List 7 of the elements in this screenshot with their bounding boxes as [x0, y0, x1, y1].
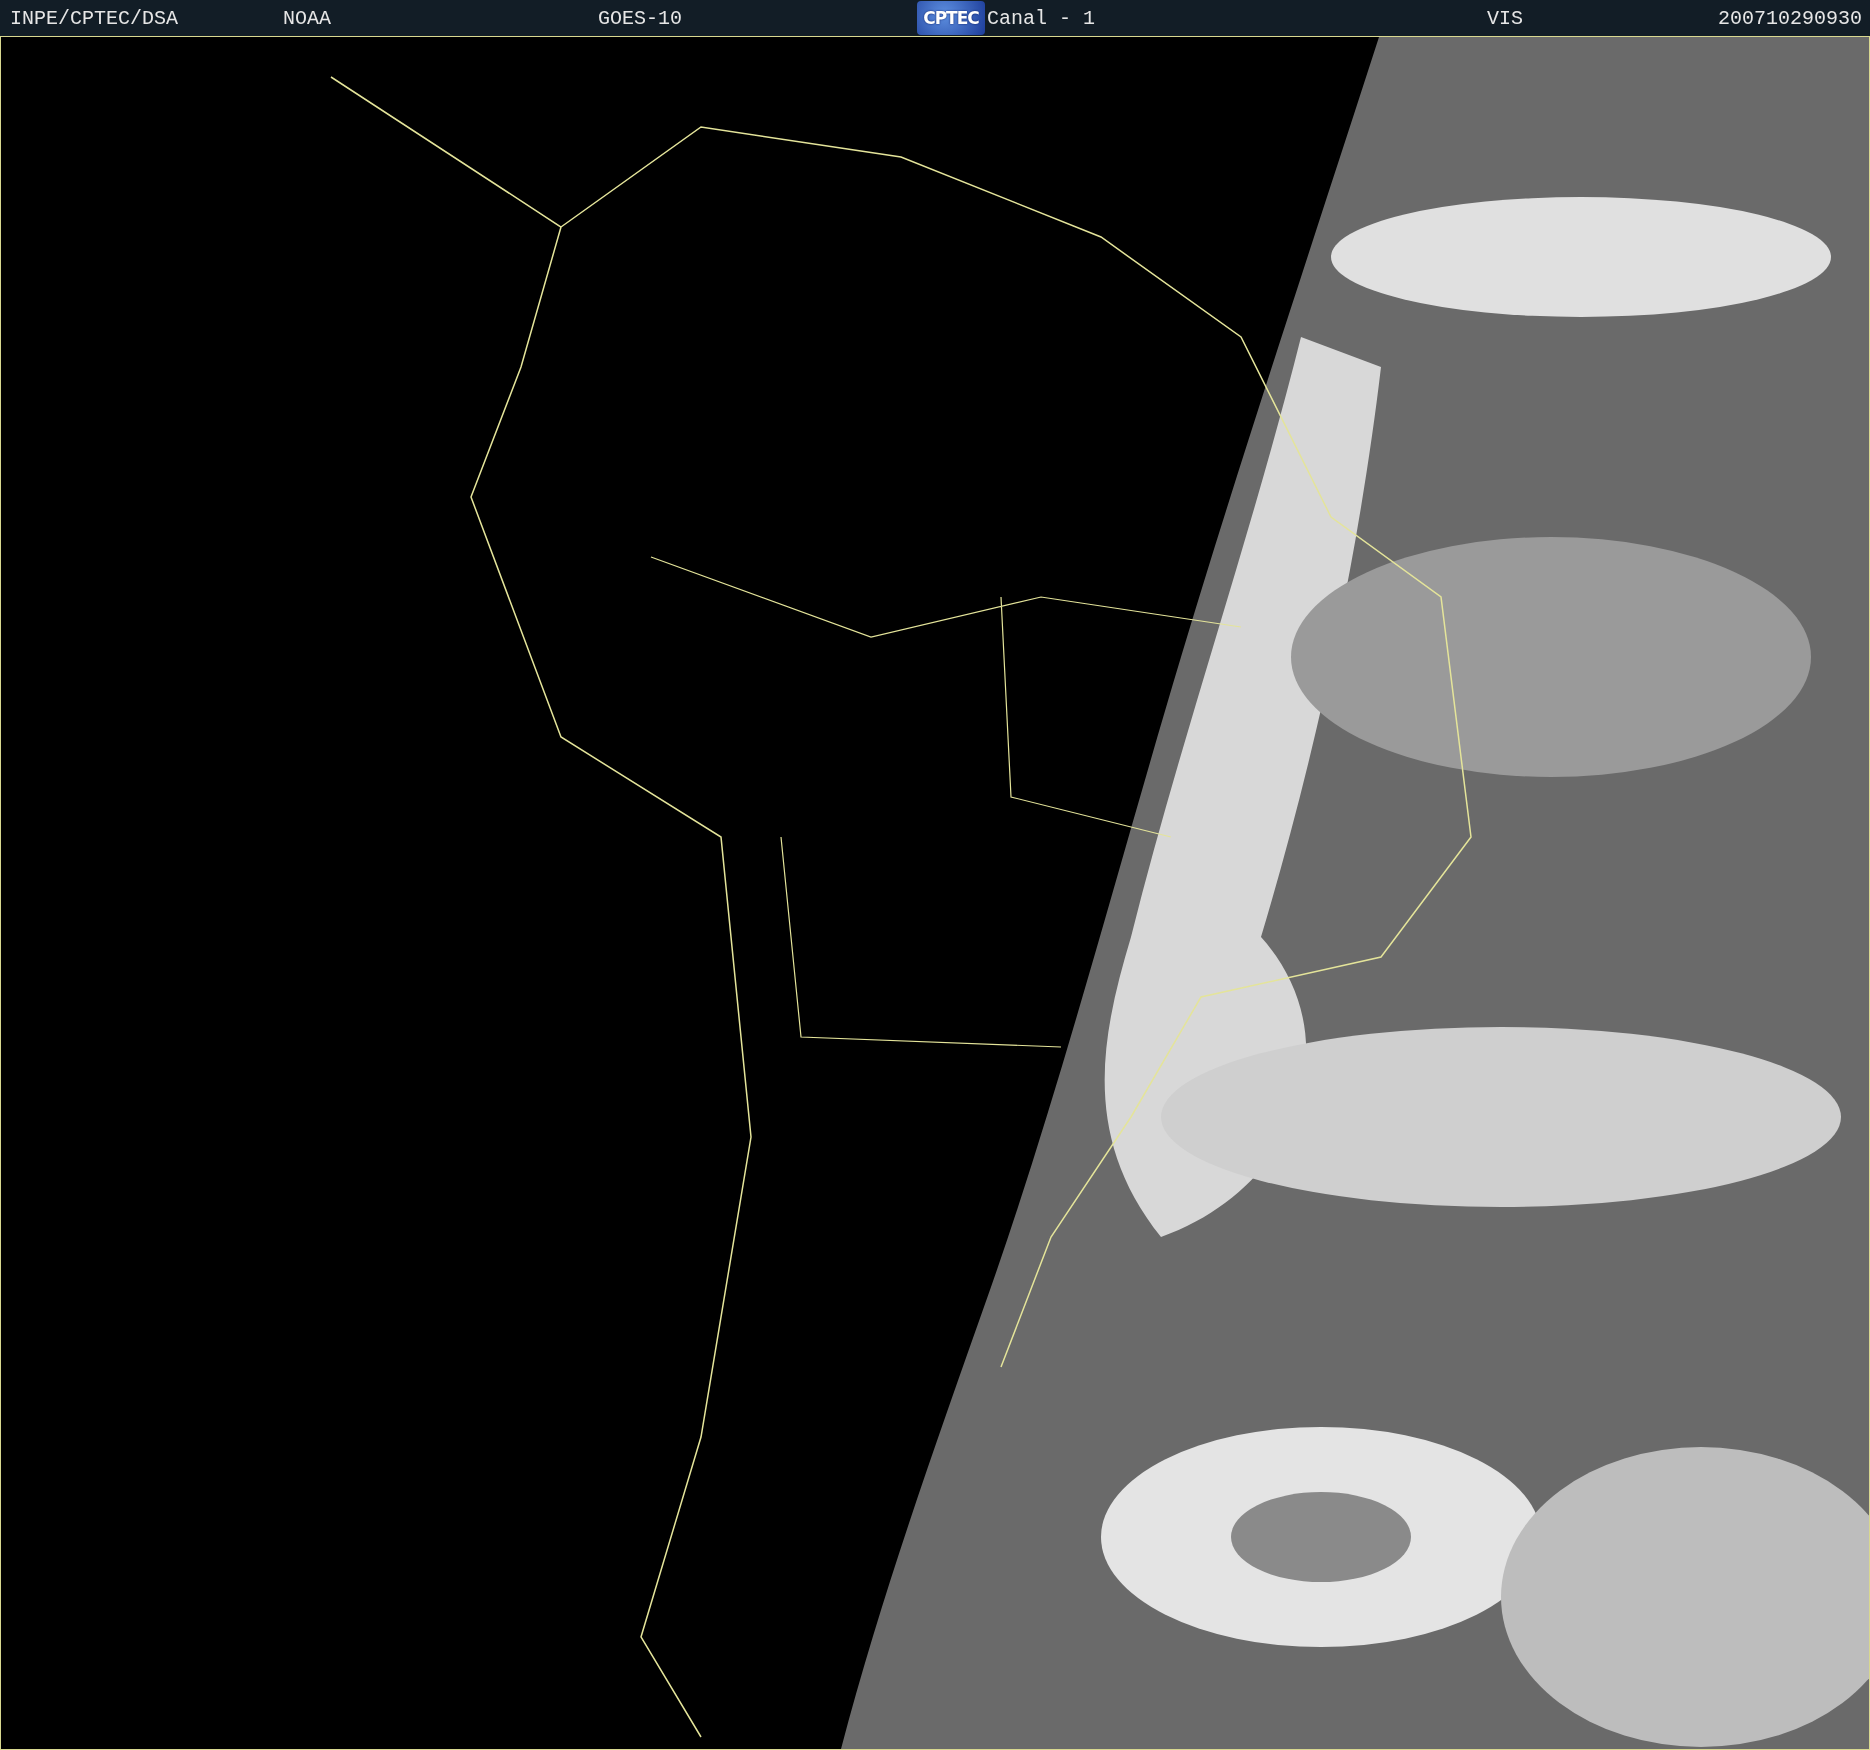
- timestamp-label: 200710290930: [1717, 6, 1862, 30]
- logo: CPTEC: [917, 1, 985, 35]
- channel-label: Canal - 1: [987, 6, 1096, 30]
- band-label: VIS: [1487, 6, 1523, 30]
- source-label: NOAA: [283, 6, 331, 30]
- satellite-label: GOES-10: [598, 6, 682, 30]
- agency-label: INPE/CPTEC/DSA: [10, 6, 179, 30]
